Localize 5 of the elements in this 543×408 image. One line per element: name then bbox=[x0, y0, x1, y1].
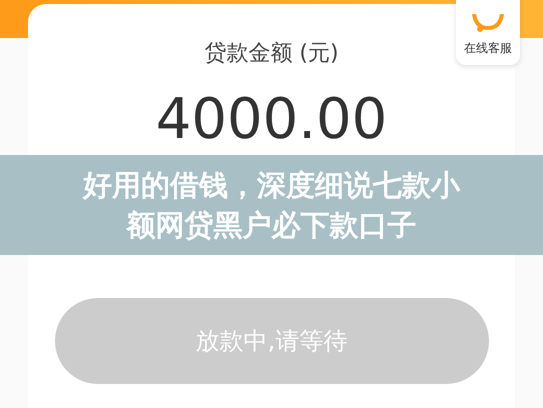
customer-service-button[interactable]: 在线客服 bbox=[456, 0, 520, 65]
amount-label: 贷款金额 (元) bbox=[204, 40, 339, 68]
banner-title: 好用的借钱，深度细说七款小 bbox=[83, 167, 460, 204]
loan-amount: 4000.00 bbox=[156, 92, 388, 148]
banner-title: 额网贷黑户必下款口子 bbox=[126, 207, 416, 244]
